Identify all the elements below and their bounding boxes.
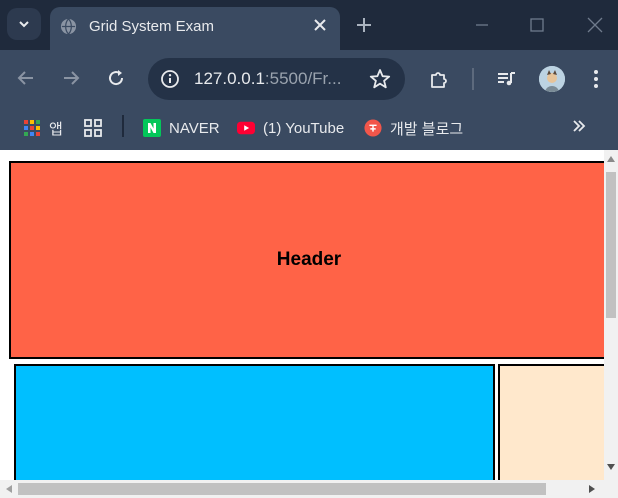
horizontal-scrollbar[interactable]: [0, 480, 618, 498]
plus-icon: [357, 18, 371, 32]
address-bar[interactable]: 127.0.0.1:5500/Fr...: [148, 58, 405, 100]
header-label: Header: [276, 249, 342, 270]
tab-title: Grid System Exam: [89, 18, 215, 35]
close-window-button[interactable]: [583, 13, 607, 37]
puzzle-icon: [431, 72, 447, 88]
close-icon: [587, 17, 603, 33]
maximize-icon: [530, 18, 544, 32]
grid-header: Header: [9, 161, 604, 359]
bookmark-label: 개발 블로그: [390, 120, 464, 138]
media-button[interactable]: [494, 67, 518, 91]
bookmark-label: (1) YouTube: [263, 119, 345, 137]
url-text[interactable]: 127.0.0.1:5500/Fr...: [194, 69, 341, 89]
url-path: :5500/Fr...: [264, 69, 342, 88]
arrow-left-icon: [17, 71, 33, 85]
double-chevron-right-icon: [573, 120, 586, 132]
scroll-right-icon[interactable]: [589, 485, 595, 493]
tab-groups-icon: [84, 119, 102, 137]
close-icon: [314, 19, 326, 31]
scroll-up-icon[interactable]: [607, 156, 615, 162]
apps-grid-icon: [24, 120, 40, 136]
more-bookmarks-button[interactable]: [568, 115, 590, 137]
naver-icon: [143, 119, 161, 137]
grid-aside: [498, 364, 604, 480]
back-button[interactable]: [14, 66, 38, 90]
arrow-right-icon: [64, 71, 80, 85]
extensions-button[interactable]: [427, 67, 451, 91]
scroll-down-icon[interactable]: [607, 464, 615, 470]
queue-music-icon: [498, 72, 515, 86]
page-viewport: Header: [0, 150, 604, 480]
vertical-scrollbar[interactable]: [604, 150, 618, 480]
bookmarks-divider: [122, 115, 124, 137]
reload-icon: [109, 70, 124, 86]
bookmark-youtube[interactable]: (1) YouTube: [237, 116, 344, 140]
toolbar-divider: [472, 68, 474, 90]
globe-icon: [60, 18, 77, 35]
browser-toolbar: 127.0.0.1:5500/Fr...: [0, 50, 618, 108]
bookmark-star-icon[interactable]: [369, 68, 391, 90]
chevron-down-icon: [19, 21, 29, 28]
bookmark-naver[interactable]: NAVER: [143, 116, 220, 140]
tab-active[interactable]: Grid System Exam: [50, 7, 340, 50]
forward-button[interactable]: [59, 66, 83, 90]
profile-avatar[interactable]: [539, 66, 565, 92]
new-tab-button[interactable]: [352, 13, 376, 37]
reload-button[interactable]: [104, 66, 128, 90]
youtube-icon: [237, 121, 255, 135]
minimize-button[interactable]: [470, 13, 494, 37]
bookmark-apps[interactable]: 앱: [23, 116, 63, 140]
bookmarks-bar: 앱 NAVER (1) YouTube 개발 블로그: [0, 108, 618, 150]
url-host: 127.0.0.1: [194, 69, 265, 88]
horizontal-scroll-thumb[interactable]: [18, 483, 546, 495]
vertical-scroll-thumb[interactable]: [606, 172, 616, 318]
tab-bar: Grid System Exam: [0, 0, 618, 50]
bookmark-tab-groups[interactable]: [84, 116, 110, 140]
bookmark-label: NAVER: [169, 119, 220, 137]
avatar-image: [539, 66, 565, 92]
tab-search-button[interactable]: [7, 8, 41, 40]
close-tab-button[interactable]: [310, 15, 330, 35]
scroll-left-icon[interactable]: [6, 485, 12, 493]
blog-icon: [364, 119, 382, 137]
grid-main: [14, 364, 495, 480]
more-vert-icon: [594, 70, 598, 88]
bookmark-blog[interactable]: 개발 블로그: [364, 116, 463, 140]
menu-button[interactable]: [584, 67, 608, 91]
info-icon[interactable]: [160, 69, 180, 89]
bookmark-label: 앱: [49, 120, 63, 138]
maximize-button[interactable]: [525, 13, 549, 37]
minimize-icon: [476, 24, 488, 26]
